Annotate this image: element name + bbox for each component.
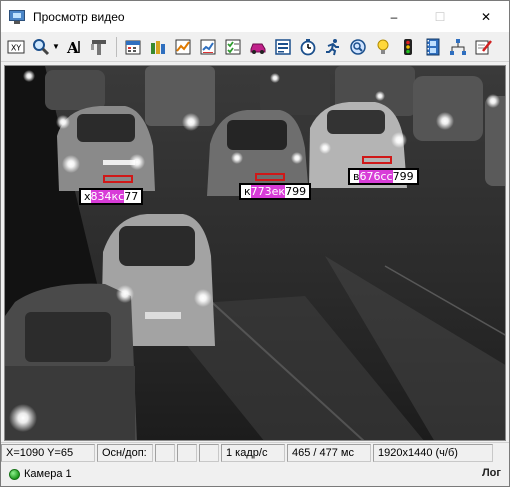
status-bar: X=1090 Y=65 Осн/доп: 1 кадр/с 465 / 477 … xyxy=(1,442,509,462)
plate-detection-marker xyxy=(103,175,133,183)
toolbar: XY ▼ A xyxy=(1,32,509,62)
camera-status-icon xyxy=(9,468,20,480)
status-cell-empty xyxy=(199,443,219,462)
toolbar-separator xyxy=(116,36,117,57)
film-button[interactable] xyxy=(422,36,444,58)
frame-rate: 1 кадр/с xyxy=(221,443,285,462)
edit-button[interactable] xyxy=(472,36,494,58)
report-icon xyxy=(200,39,216,54)
svg-text:A: A xyxy=(66,39,79,56)
car-button[interactable] xyxy=(247,36,269,58)
chart-icon xyxy=(175,39,191,54)
log-button[interactable]: Лог xyxy=(482,467,501,479)
zoom-icon xyxy=(33,38,50,55)
search-button[interactable] xyxy=(347,36,369,58)
plate-label[interactable]: к773ек799 xyxy=(239,183,312,200)
xy-icon: XY xyxy=(7,40,25,53)
cursor-coordinates: X=1090 Y=65 xyxy=(1,443,95,462)
status-cell-empty xyxy=(155,443,175,462)
timer-icon xyxy=(300,38,316,55)
document-button[interactable] xyxy=(272,36,294,58)
network-icon xyxy=(450,38,466,55)
checklist-icon xyxy=(225,39,241,54)
calendar-icon xyxy=(125,40,141,54)
traffic-light-button[interactable] xyxy=(397,36,419,58)
checklist-button[interactable] xyxy=(222,36,244,58)
maximize-button[interactable]: ☐ xyxy=(417,1,463,32)
video-viewer-window: Просмотр видео – ☐ ✕ XY ▼ A x834кс77 к77… xyxy=(0,0,510,487)
main-extra-label: Осн/доп: xyxy=(97,443,153,462)
font-icon: A xyxy=(66,39,80,56)
runner-icon xyxy=(326,38,339,55)
camera-image xyxy=(5,66,505,440)
plate-detection-marker xyxy=(255,173,285,181)
video-frame[interactable]: x834кс77 к773ек799 в676сс799 xyxy=(4,65,506,441)
timer-button[interactable] xyxy=(297,36,319,58)
calendar-button[interactable] xyxy=(122,36,144,58)
close-button[interactable]: ✕ xyxy=(463,1,509,32)
traffic-light-icon xyxy=(404,38,412,55)
books-icon xyxy=(151,40,165,54)
bulb-button[interactable] xyxy=(372,36,394,58)
status-cell-empty xyxy=(177,443,197,462)
tools-icon xyxy=(91,39,106,55)
resolution: 1920x1440 (ч/б) xyxy=(373,443,493,462)
runner-button[interactable] xyxy=(322,36,344,58)
monitor-icon xyxy=(9,9,25,24)
plate-label[interactable]: в676сс799 xyxy=(348,168,419,185)
title-bar[interactable]: Просмотр видео – ☐ ✕ xyxy=(1,1,509,32)
camera-bar: Камера 1 Лог xyxy=(1,462,509,486)
zoom-dropdown-arrow[interactable]: ▼ xyxy=(52,36,60,58)
window-title: Просмотр видео xyxy=(33,9,125,24)
edit-icon xyxy=(475,39,492,54)
zoom-button[interactable] xyxy=(30,36,52,58)
minimize-button[interactable]: – xyxy=(371,1,417,32)
film-icon xyxy=(426,38,440,55)
chart-button[interactable] xyxy=(172,36,194,58)
plate-label[interactable]: x834кс77 xyxy=(79,188,144,205)
processing-time: 465 / 477 мс xyxy=(287,443,371,462)
car-icon xyxy=(250,43,266,54)
search-icon xyxy=(350,38,366,55)
xy-coordinates-button[interactable]: XY xyxy=(5,36,27,58)
camera-name[interactable]: Камера 1 xyxy=(24,468,72,480)
books-button[interactable] xyxy=(147,36,169,58)
plate-detection-marker xyxy=(362,156,392,164)
network-button[interactable] xyxy=(447,36,469,58)
report-button[interactable] xyxy=(197,36,219,58)
font-button[interactable]: A xyxy=(63,36,85,58)
tools-button[interactable] xyxy=(88,36,110,58)
document-icon xyxy=(275,38,291,55)
svg-text:XY: XY xyxy=(11,43,21,52)
bulb-icon xyxy=(377,39,389,54)
